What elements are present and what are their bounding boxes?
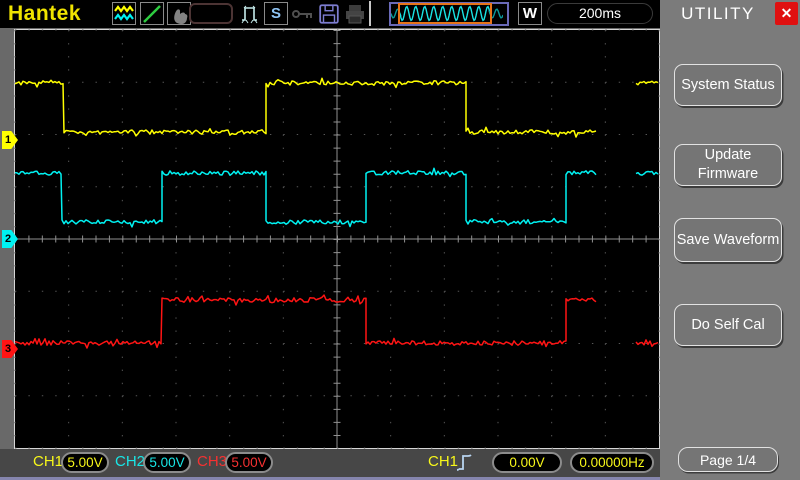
hand-grab-glyph xyxy=(168,3,190,25)
single-seq-label: S xyxy=(271,5,281,22)
oscilloscope-screen: Hantek S xyxy=(0,0,800,480)
window-mode-icon[interactable]: W xyxy=(518,2,542,25)
measure-line-icon[interactable] xyxy=(140,2,164,25)
pulse-trigger-icon[interactable] xyxy=(240,3,262,25)
ch1-scale-readout: 5.00V xyxy=(61,452,109,473)
zoom-window-preview[interactable] xyxy=(389,2,509,26)
rising-edge-icon xyxy=(457,451,473,473)
trigger-frequency-readout: 0.00000Hz xyxy=(570,452,654,473)
hand-grab-icon[interactable] xyxy=(167,2,191,25)
ch3-scale-readout: 5.00V xyxy=(225,452,273,473)
ch3-label: CH3 xyxy=(197,453,227,470)
menu-title: UTILITY xyxy=(672,4,764,24)
key-lock-icon[interactable] xyxy=(292,8,314,21)
waveform-display xyxy=(14,29,660,449)
utility-menu-panel: UTILITY ✕ System Status Update Firmware … xyxy=(660,0,800,480)
update-firmware-label: Update Firmware xyxy=(675,146,781,184)
do-self-cal-button[interactable]: Do Self Cal xyxy=(674,304,782,346)
empty-slot xyxy=(189,3,233,24)
top-status-bar: Hantek S xyxy=(0,0,660,28)
channels-waveform-glyph xyxy=(113,3,135,25)
do-self-cal-label: Do Self Cal xyxy=(691,316,764,335)
save-waveform-label: Save Waveform xyxy=(677,231,780,250)
topbar-divider xyxy=(369,1,371,26)
update-firmware-button[interactable]: Update Firmware xyxy=(674,144,782,186)
page-indicator-button[interactable]: Page 1/4 xyxy=(678,447,778,472)
timebase-readout: 200ms xyxy=(547,3,653,24)
hantek-logo: Hantek xyxy=(8,2,81,26)
printer-icon[interactable] xyxy=(344,3,366,25)
trigger-level-readout: 0.00V xyxy=(492,452,562,473)
ch2-label: CH2 xyxy=(115,453,145,470)
bottom-status-bar: CH1 5.00V CH2 5.00V CH3 5.00V CH1 0.00V … xyxy=(0,449,660,480)
system-status-button[interactable]: System Status xyxy=(674,64,782,106)
save-floppy-icon[interactable] xyxy=(318,3,340,25)
single-seq-icon[interactable]: S xyxy=(264,2,288,25)
measure-line-glyph xyxy=(141,3,163,25)
window-mode-label: W xyxy=(523,5,537,22)
save-waveform-button[interactable]: Save Waveform xyxy=(674,218,782,262)
preview-window-box[interactable] xyxy=(398,3,492,24)
trigger-source-label: CH1 xyxy=(428,453,458,470)
channels-waveform-icon[interactable] xyxy=(112,2,136,25)
ch2-scale-readout: 5.00V xyxy=(143,452,191,473)
system-status-label: System Status xyxy=(681,76,774,95)
ch1-label: CH1 xyxy=(33,453,63,470)
close-icon[interactable]: ✕ xyxy=(775,2,798,25)
